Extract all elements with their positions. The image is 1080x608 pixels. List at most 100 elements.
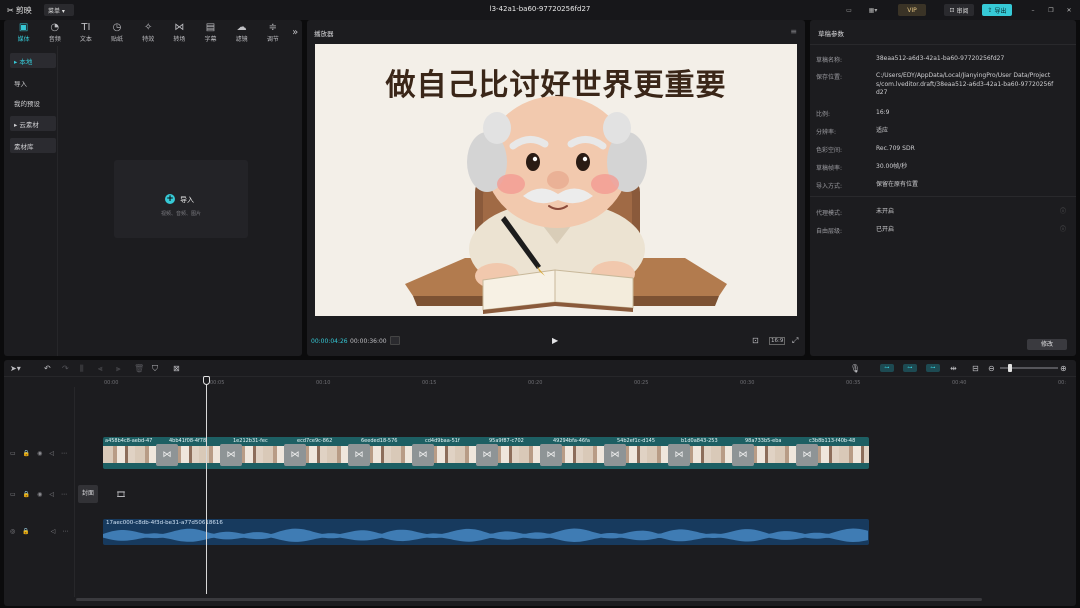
tab-media[interactable]: ▣ 媒体: [8, 20, 39, 46]
prop-value: 16:9: [876, 109, 890, 116]
playhead-handle[interactable]: [203, 376, 210, 385]
timeline-scrollbar[interactable]: [76, 598, 982, 601]
prop-label: 自由层级:: [816, 228, 843, 235]
tab-text[interactable]: TI 文本: [70, 20, 101, 46]
prop-value: 38eaa512-a6d3-42a1-ba60-97720256fd27: [876, 55, 1005, 62]
preview-axis-icon[interactable]: ⊟: [972, 364, 979, 373]
modify-button[interactable]: 修改: [1027, 339, 1067, 350]
more-icon[interactable]: ⋯: [61, 450, 67, 457]
split-icon[interactable]: ⫼: [80, 364, 84, 374]
transition-icon[interactable]: ⋈: [604, 444, 626, 466]
minimize-icon[interactable]: –: [1028, 4, 1038, 16]
redo-icon[interactable]: ↷: [62, 364, 69, 373]
track-hide-icon[interactable]: ▭: [10, 450, 16, 457]
transition-icon[interactable]: ⋈: [796, 444, 818, 466]
transition-icon[interactable]: ⋈: [732, 444, 754, 466]
transition-icon[interactable]: ⋈: [220, 444, 242, 466]
split-track-icon[interactable]: ⇹: [950, 364, 957, 373]
sidebar-item-my-presets[interactable]: 我的预设: [10, 95, 56, 110]
transition-icon[interactable]: ⋈: [348, 444, 370, 466]
info-icon[interactable]: ⓘ: [1060, 224, 1066, 233]
tab-filter[interactable]: ☁ 滤镜: [226, 20, 257, 46]
vip-button[interactable]: VIP: [898, 4, 926, 16]
track-hide-icon[interactable]: ▭: [10, 491, 16, 498]
import-dropzone[interactable]: + 导入 视频、音频、图片: [114, 160, 248, 238]
transition-icon[interactable]: ⋈: [284, 444, 306, 466]
sidebar-item-cloud[interactable]: ▸ 云素材: [10, 116, 56, 131]
close-icon[interactable]: ✕: [1064, 4, 1074, 16]
mute-icon[interactable]: ◁: [49, 491, 54, 498]
prop-label: 导入方式:: [816, 183, 843, 190]
playhead[interactable]: [206, 376, 207, 594]
tab-transition[interactable]: ⋈ 转场: [164, 20, 195, 46]
split-left-icon[interactable]: ⫷: [98, 364, 103, 374]
timecode-grid-icon[interactable]: [390, 336, 400, 345]
eye-icon[interactable]: ◉: [37, 491, 42, 498]
timeline-panel: [4, 360, 1076, 606]
select-tool-icon[interactable]: ➤▾: [10, 364, 21, 373]
lock-icon[interactable]: 🔒: [22, 528, 29, 535]
more-icon[interactable]: ⋯: [62, 528, 68, 535]
undo-icon[interactable]: ↶: [44, 364, 51, 373]
prop-value: 30.00帧/秒: [876, 163, 908, 170]
mute-icon[interactable]: ◁: [51, 528, 56, 535]
screenshot-icon[interactable]: ⊡: [752, 336, 759, 345]
layout-icon[interactable]: ▭: [843, 4, 855, 16]
sidebar-item-import[interactable]: 导入: [10, 75, 56, 90]
props-title: 草稿参数: [818, 30, 844, 38]
title-bar: ✂ 剪映 菜单 ▾ l3-42a1-ba60-97720256fd27 ▭ ▦▾ …: [0, 0, 1080, 20]
sidebar-item-library[interactable]: 素材库: [10, 138, 56, 153]
tab-effects[interactable]: ✧ 特效: [133, 20, 164, 46]
info-icon[interactable]: ⓘ: [1060, 206, 1066, 215]
tab-audio[interactable]: ◔ 音频: [39, 20, 70, 46]
ruler-tick: 00:40: [952, 380, 967, 386]
link-preview-icon[interactable]: ⊶: [926, 364, 940, 372]
time-ruler[interactable]: 00:00 00:05 00:10 00:15 00:20 00:25 00:3…: [104, 377, 1074, 387]
crop-icon[interactable]: ⊠: [173, 364, 180, 373]
video-preview[interactable]: 做自己比讨好世界更重要: [315, 44, 797, 316]
ruler-tick: 00:20: [528, 380, 543, 386]
eye-icon[interactable]: ◉: [37, 450, 42, 457]
play-icon[interactable]: ▶: [552, 336, 558, 345]
prop-value: 适应: [876, 127, 889, 134]
mute-icon[interactable]: ◁: [49, 450, 54, 457]
restore-icon[interactable]: ❐: [1046, 4, 1056, 16]
zoom-slider-handle[interactable]: [1008, 364, 1012, 372]
tab-sticker[interactable]: ◷ 贴纸: [101, 20, 132, 46]
microphone-icon[interactable]: 🎙: [850, 364, 860, 373]
transition-icon[interactable]: ⋈: [156, 444, 178, 466]
zoom-fit-icon[interactable]: ⊕: [1060, 364, 1067, 373]
lock-icon[interactable]: 🔒: [23, 450, 30, 457]
audio-track[interactable]: 17aec000-c8db-4f3d-be31-a77d50618616: [103, 519, 869, 545]
zoom-out-icon[interactable]: ⊖: [988, 364, 995, 373]
audio-track-icon[interactable]: ◎: [10, 528, 15, 535]
review-button[interactable]: ⊡ 审阅: [944, 4, 974, 16]
grid-layout-icon[interactable]: ▦▾: [864, 4, 882, 16]
transition-icon[interactable]: ⋈: [412, 444, 434, 466]
tab-adjust[interactable]: ≑ 调节: [257, 20, 288, 46]
film-strip-icon[interactable]: 🎞: [116, 490, 126, 499]
transition-icon[interactable]: ⋈: [476, 444, 498, 466]
cover-button[interactable]: 封面: [78, 485, 98, 503]
audio-waveform: [103, 528, 868, 542]
more-icon[interactable]: ⋯: [61, 491, 67, 498]
tab-subtitle[interactable]: ▤ 字幕: [195, 20, 226, 46]
video-track[interactable]: a458b4c8-aebd-47 4bb41f08-4f78 1e212b31-…: [103, 437, 869, 469]
sticker-icon: ◷: [112, 22, 122, 33]
sidebar-item-local[interactable]: ▸ 本地: [10, 53, 56, 68]
transition-icon[interactable]: ⋈: [668, 444, 690, 466]
split-right-icon[interactable]: ⫸: [116, 364, 121, 374]
prop-value: 已开启: [876, 226, 895, 233]
fullscreen-icon[interactable]: ⤢: [792, 336, 798, 346]
player-title: 播放器: [314, 30, 334, 38]
lock-icon[interactable]: 🔒: [23, 491, 30, 498]
shield-icon[interactable]: ⛉: [152, 364, 158, 374]
player-menu-icon[interactable]: ≡: [790, 27, 797, 36]
link-main-track-icon[interactable]: ⊶: [880, 364, 894, 372]
transition-icon[interactable]: ⋈: [540, 444, 562, 466]
export-button[interactable]: ⇪ 导出: [982, 4, 1012, 16]
aspect-ratio-button[interactable]: 16:9: [769, 337, 786, 345]
more-tabs-icon[interactable]: »: [288, 20, 302, 46]
link-audio-icon[interactable]: ⊶: [903, 364, 917, 372]
delete-icon[interactable]: 🗑: [134, 364, 144, 373]
